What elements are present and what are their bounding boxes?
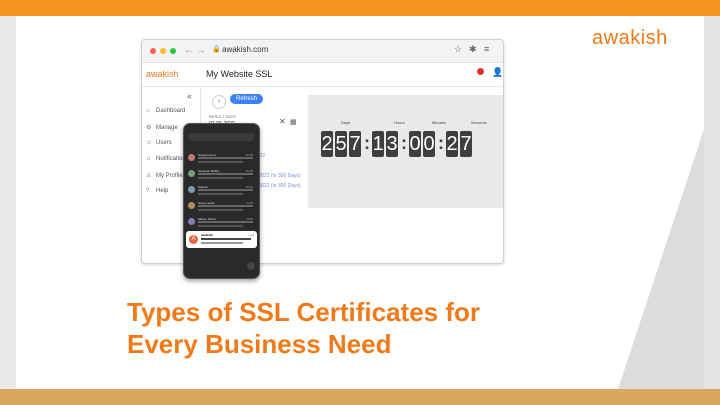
timer-digit: 1 [372, 131, 384, 157]
lock-icon: 🔒 [212, 46, 221, 53]
refresh-button[interactable]: Refresh [230, 94, 264, 104]
maximize-dot[interactable] [170, 48, 176, 54]
extension-icon[interactable]: ✱ [469, 44, 477, 55]
header-divider [142, 86, 503, 87]
frame-top [0, 0, 720, 16]
sidebar-item-profile[interactable]: ♙ My Profile [146, 172, 183, 179]
back-arrow-icon[interactable]: ← [184, 45, 194, 56]
message-preview [198, 161, 243, 163]
frame-bottom [0, 389, 720, 405]
avatar [188, 218, 195, 225]
countdown-timer: Days Hours Minutes Seconds 257:13:00:27 [308, 95, 503, 208]
timer-digit: 0 [409, 131, 421, 157]
message-preview [198, 221, 253, 223]
message-preview [198, 209, 243, 211]
collapse-icon[interactable]: « [187, 91, 192, 101]
star-icon[interactable]: ☆ [454, 44, 462, 55]
bell-icon: ♫ [146, 156, 151, 162]
avatar [188, 170, 195, 177]
message-preview [198, 177, 243, 179]
phone-search-bar[interactable] [188, 133, 255, 141]
timer-digit: 2 [321, 131, 333, 157]
close-icon[interactable]: ✕ [279, 117, 286, 126]
sidebar-item-users[interactable]: ☺ Users [146, 140, 172, 146]
list-item[interactable]: Jameson Bobby 11:45 [188, 168, 255, 182]
headline-line2: Every Business Need [127, 329, 392, 359]
headline: Types of SSL Certificates for Every Busi… [127, 296, 480, 360]
timer-digit: 2 [446, 131, 458, 157]
notification-line [201, 238, 251, 240]
avatar [188, 202, 195, 209]
compose-button[interactable] [247, 262, 255, 270]
minimize-dot[interactable] [160, 48, 166, 54]
timer-digit: 3 [386, 131, 398, 157]
timer-digit: 7 [460, 131, 472, 157]
message-preview [198, 189, 253, 191]
timer-colon: : [401, 133, 407, 153]
profile-icon: ♙ [146, 173, 152, 179]
browser-toolbar: ← → 🔒 awakish.com ☆ ✱ ≡ [142, 40, 503, 63]
notification-title: Awakish [201, 233, 214, 237]
calendar-icon[interactable]: ▦ [290, 118, 297, 126]
timer-colon: : [438, 133, 444, 153]
notification-line [201, 242, 243, 244]
users-icon: ☺ [146, 140, 153, 146]
user-icon[interactable]: 👤 [492, 67, 503, 78]
sidebar-item-manage[interactable]: ⚙ Manage [146, 124, 178, 131]
list-item[interactable]: Mason Wood 8:05 [188, 216, 255, 230]
phone-mockup: Joseph Hood 12:30 Jameson Bobby 11:45 Dakota… [183, 123, 260, 279]
home-icon: ⌂ [146, 108, 150, 114]
message-preview [198, 205, 253, 207]
result-date-label: RESULT DATE [209, 114, 236, 119]
back-button[interactable]: ‹ [212, 95, 226, 109]
headline-line1: Types of SSL Certificates for [127, 297, 481, 327]
date-row: n-2022 (in 300 Days) [254, 173, 301, 179]
sidebar-item-help[interactable]: ? Help [146, 188, 168, 194]
timer-label-seconds: Seconds [471, 120, 487, 125]
message-preview [198, 193, 243, 195]
timer-colon: : [364, 133, 370, 153]
notification-icon[interactable] [477, 68, 484, 75]
avatar [188, 154, 195, 161]
notification-time: now [248, 233, 254, 237]
list-item[interactable]: Joseph Hood 12:30 [188, 152, 255, 166]
phone-notification[interactable]: A Awakish now [186, 231, 257, 248]
sidebar-item-notification[interactable]: ♫ Notification [146, 156, 186, 162]
menu-icon[interactable]: ≡ [484, 44, 489, 54]
url-bar[interactable]: awakish.com [222, 45, 268, 54]
timer-label-hours: Hours [394, 120, 405, 125]
close-dot[interactable] [150, 48, 156, 54]
page-title: My Website SSL [206, 69, 273, 79]
list-item[interactable]: Dakota 10:20 [188, 184, 255, 198]
message-preview [198, 173, 253, 175]
timer-label-minutes: Minutes [432, 120, 447, 125]
timer-digit: 7 [349, 131, 361, 157]
notification-avatar: A [189, 235, 198, 244]
frame-left [0, 16, 16, 389]
message-preview [198, 225, 243, 227]
message-preview [198, 157, 253, 159]
help-icon: ? [146, 188, 150, 194]
timer-digit: 0 [423, 131, 435, 157]
avatar [188, 186, 195, 193]
timer-label-days: Days [341, 120, 351, 125]
forward-arrow-icon[interactable]: → [196, 45, 206, 56]
date-row: n-2022 (in 300 Days) [254, 183, 301, 189]
timer-digit: 5 [335, 131, 347, 157]
brand-logo: awakish [592, 27, 668, 49]
sidebar-item-dashboard[interactable]: ⌂ Dashboard [146, 108, 185, 114]
corner-decoration [618, 129, 704, 389]
manage-icon: ⚙ [146, 125, 152, 131]
app-logo: awakish [146, 69, 179, 79]
frame-right [704, 16, 720, 389]
list-item[interactable]: Jorge Leeds 9:15 [188, 200, 255, 214]
